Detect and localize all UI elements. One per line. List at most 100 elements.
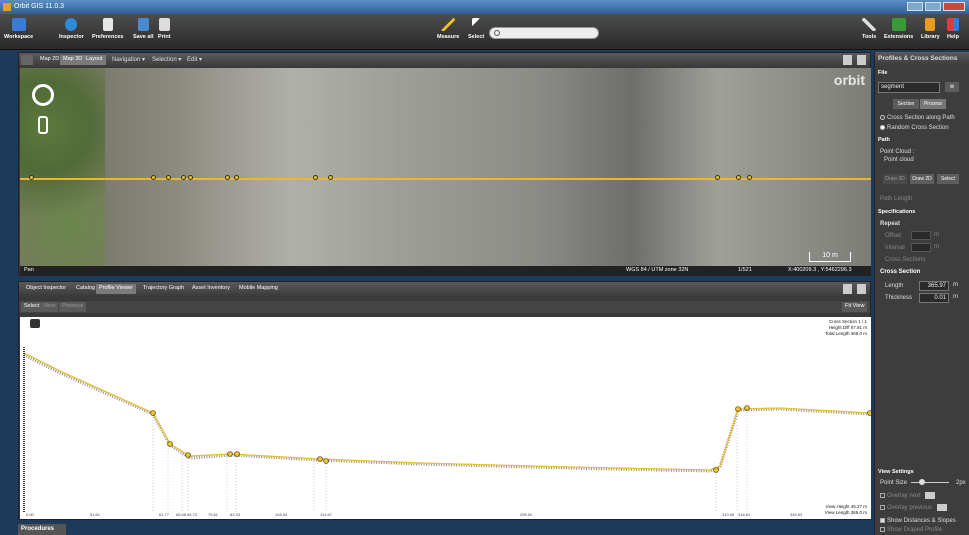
thickness-input[interactable]: 0.01 <box>919 293 949 303</box>
orbit-watermark: orbit <box>833 72 865 88</box>
preferences-button[interactable]: Preferences <box>92 18 124 40</box>
next-button[interactable]: Next <box>41 302 59 312</box>
export-icon[interactable] <box>843 284 852 294</box>
path-node[interactable] <box>747 175 752 180</box>
panel-title: Profiles & Cross Sections <box>875 52 969 66</box>
settings-icon[interactable] <box>857 55 866 65</box>
scale-bar: 10 m <box>809 252 851 262</box>
zoom-control[interactable] <box>38 116 48 134</box>
overlay-next-color[interactable] <box>925 492 935 499</box>
save-all-button[interactable]: Save all <box>133 18 154 40</box>
path-node[interactable] <box>234 175 239 180</box>
print-button[interactable]: Print <box>158 18 171 40</box>
path-node[interactable] <box>29 175 34 180</box>
draw-3d-button[interactable]: Draw 3D <box>883 174 907 184</box>
select-tool-button[interactable]: Select <box>21 302 43 312</box>
profile-tool-icon[interactable] <box>30 319 40 328</box>
overlay-previous-color[interactable] <box>937 504 947 511</box>
distance-tick: 51.61 <box>90 512 101 517</box>
select-button[interactable]: Select <box>468 18 484 40</box>
navigation-menu[interactable]: Navigation ▾ <box>112 56 145 63</box>
workspace-button[interactable]: Workspace <box>4 18 33 40</box>
extensions-button[interactable]: Extensions <box>884 18 913 40</box>
path-node[interactable] <box>736 175 741 180</box>
help-icon <box>947 18 959 31</box>
print-icon <box>158 18 170 31</box>
tools-icon <box>862 18 877 31</box>
process-button[interactable]: Process <box>920 99 946 109</box>
length-label: Length <box>885 283 904 289</box>
path-node[interactable] <box>328 175 333 180</box>
total-length-label: Total Length 365.0 m <box>824 331 867 336</box>
screenshot-icon[interactable] <box>843 55 852 65</box>
offset-input[interactable] <box>911 231 931 240</box>
select-path-button[interactable]: Select <box>937 174 959 184</box>
search-icon <box>494 30 500 36</box>
interval-unit: m <box>934 244 939 250</box>
view-info: View Height 46.27 m View Length 365.0 m <box>825 504 867 516</box>
overlay-next-option[interactable]: Overlay next <box>875 492 926 500</box>
inspector-button[interactable]: Inspector <box>59 18 84 40</box>
path-node[interactable] <box>188 175 193 180</box>
maximize-button[interactable] <box>925 2 941 11</box>
pan-mode-label: Pan <box>24 267 34 273</box>
path-node[interactable] <box>166 175 171 180</box>
map-canvas[interactable]: orbit 10 m <box>20 68 871 266</box>
tab-asset-inventory[interactable]: Asset Inventory <box>189 284 233 294</box>
tab-mobile-mapping[interactable]: Mobile Mapping <box>236 284 281 294</box>
previous-button[interactable]: Previous <box>59 302 87 312</box>
search-input[interactable] <box>489 27 599 39</box>
tab-catalog[interactable]: Catalog <box>73 284 98 294</box>
specifications-label: Specifications <box>878 209 916 215</box>
path-node[interactable] <box>313 175 318 180</box>
tab-object-inspector[interactable]: Object Inspector <box>23 284 69 294</box>
edit-menu[interactable]: Edit ▾ <box>187 56 202 63</box>
distance-tick: 310.96 <box>722 512 735 517</box>
close-button[interactable] <box>943 2 965 11</box>
interval-input[interactable] <box>911 243 931 252</box>
length-input[interactable]: 365.97 <box>919 281 949 291</box>
distance-tick: 66.68 <box>176 512 187 517</box>
help-button[interactable]: Help <box>947 18 959 40</box>
length-unit: m <box>953 282 958 288</box>
cross-section-info: Cross Section 1 / 1 Height Diff 67.91 m … <box>825 319 867 337</box>
procedures-tab[interactable]: Procedures <box>18 524 66 535</box>
cross-sections-count-label: Cross Sections <box>885 257 926 263</box>
distance-tick: 75.61 <box>208 512 219 517</box>
selection-menu[interactable]: Selection ▾ <box>152 56 181 63</box>
distance-tick: 83.33 <box>230 512 241 517</box>
path-node[interactable] <box>181 175 186 180</box>
offset-unit: m <box>934 232 939 238</box>
tab-layout[interactable]: Layout <box>83 55 106 65</box>
panel-toggle-icon[interactable] <box>21 55 33 65</box>
file-options-icon[interactable]: ⚙ <box>945 82 959 92</box>
path-node[interactable] <box>225 175 230 180</box>
profile-chart[interactable]: Cross Section 1 / 1 Height Diff 67.91 m … <box>20 317 871 519</box>
cursor-icon <box>472 18 481 31</box>
minimize-button[interactable] <box>907 2 923 11</box>
mode-random[interactable]: Random Cross Section <box>875 124 954 132</box>
tools-button[interactable]: Tools <box>862 18 876 40</box>
show-draped-option[interactable]: Show Draped Profile <box>875 526 947 534</box>
settings-icon[interactable] <box>857 284 866 294</box>
interval-label: Interval <box>885 245 905 251</box>
section-button[interactable]: Section <box>893 99 919 109</box>
draw-2d-button[interactable]: Draw 2D <box>910 174 934 184</box>
point-size-slider[interactable] <box>911 482 949 483</box>
mode-along-path[interactable]: Cross Section along Path <box>875 114 960 122</box>
measure-button[interactable]: Measure <box>437 18 459 40</box>
file-select[interactable]: segment <box>878 82 940 93</box>
point-size-slider-handle[interactable] <box>919 479 925 485</box>
fit-view-button[interactable]: Fit View <box>842 302 868 312</box>
tab-map-2d[interactable]: Map 2D <box>37 55 62 65</box>
show-distances-option[interactable]: Show Distances & Slopes <box>875 517 961 525</box>
library-button[interactable]: Library <box>921 18 940 40</box>
overlay-previous-option[interactable]: Overlay previous <box>875 504 937 512</box>
tab-map-3d[interactable]: Map 3D <box>60 55 86 65</box>
tab-trajectory-graph[interactable]: Trajectory Graph <box>140 284 187 294</box>
path-node[interactable] <box>715 175 720 180</box>
path-node[interactable] <box>151 175 156 180</box>
info-icon <box>65 18 78 31</box>
tab-profile-viewer[interactable]: Profile Viewer <box>96 284 136 294</box>
pan-navigation-control[interactable] <box>32 84 54 106</box>
